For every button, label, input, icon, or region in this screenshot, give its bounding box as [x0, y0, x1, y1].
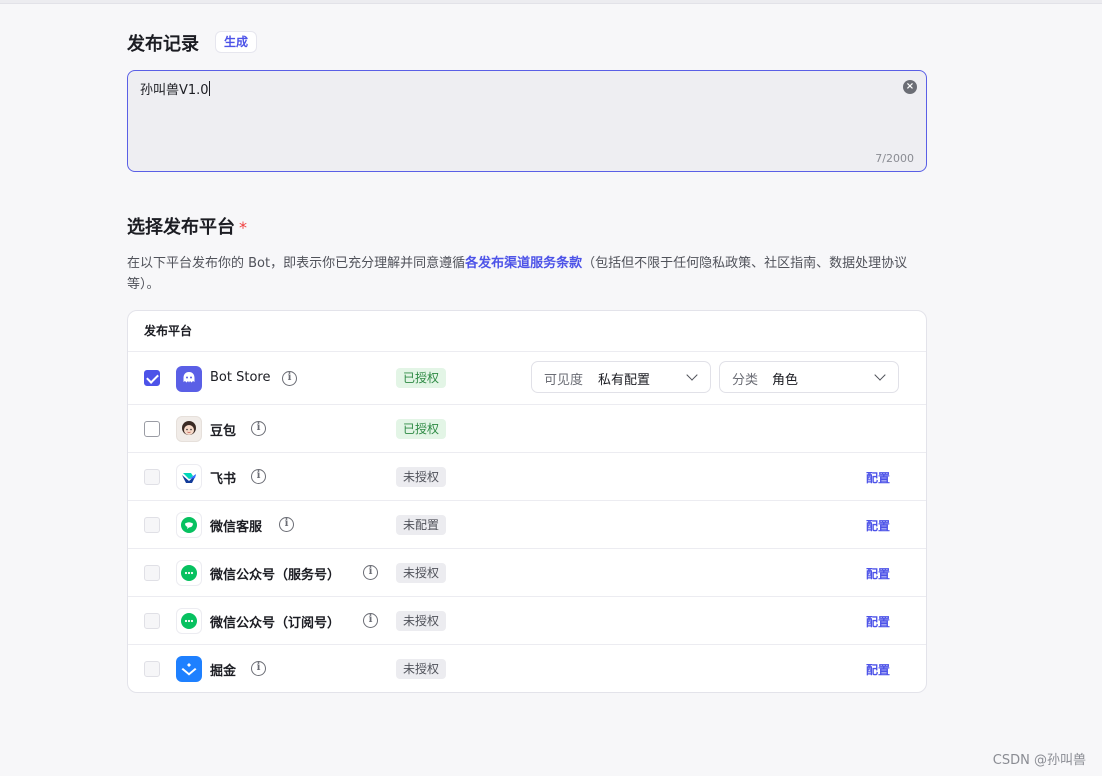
release-title: 发布记录: [127, 34, 199, 55]
required-mark: *: [239, 218, 247, 237]
status-badge: 未授权: [396, 659, 447, 679]
chevron-down-icon: [874, 369, 886, 381]
platform-name: 微信公众号（订阅号）: [210, 616, 341, 631]
doubao-checkbox[interactable]: [144, 421, 160, 437]
platform-table: 发布平台 Bot Store i 已授权 可见度 私有配置 分类 角色 豆包 i…: [127, 310, 927, 693]
wechat-oa-service-checkbox[interactable]: [144, 565, 160, 581]
config-link[interactable]: 配置: [866, 613, 890, 630]
watermark: CSDN @孙叫兽: [992, 753, 1086, 768]
feishu-checkbox[interactable]: [144, 469, 160, 485]
char-count: 7/2000: [875, 152, 914, 165]
platform-name: Bot Store: [210, 370, 271, 385]
status-badge: 未配置: [396, 515, 447, 535]
top-divider: [0, 0, 1102, 4]
platform-row-wechat-service: 微信客服 i 未配置 配置: [128, 501, 926, 549]
terms-link[interactable]: 各发布渠道服务条款: [465, 256, 582, 271]
bot-store-checkbox[interactable]: [144, 370, 160, 386]
platforms-description: 在以下平台发布你的 Bot，即表示你已充分理解并同意遵循各发布渠道服务条款（包括…: [127, 256, 908, 292]
visibility-select[interactable]: 可见度 私有配置: [531, 361, 711, 393]
platform-row-wechat-oa-subscription: 微信公众号（订阅号） i 未授权 配置: [128, 597, 926, 645]
category-select[interactable]: 分类 角色: [719, 361, 899, 393]
table-header: 发布平台: [128, 311, 926, 352]
info-icon[interactable]: i: [363, 613, 378, 628]
wechat-official-account-icon: [176, 608, 202, 634]
feishu-logo-icon: [176, 464, 202, 490]
chevron-down-icon: [686, 369, 698, 381]
info-icon[interactable]: i: [251, 661, 266, 676]
config-link[interactable]: 配置: [866, 565, 890, 582]
info-icon[interactable]: i: [251, 469, 266, 484]
wechat-logo-icon: [176, 512, 202, 538]
platform-name: 微信客服: [210, 520, 263, 535]
wechat-service-checkbox[interactable]: [144, 517, 160, 533]
wechat-oa-subscription-checkbox[interactable]: [144, 613, 160, 629]
config-link[interactable]: 配置: [866, 661, 890, 678]
platform-row-doubao: 豆包 i 已授权: [128, 405, 926, 453]
visibility-label: 可见度: [544, 373, 584, 388]
status-badge: 未授权: [396, 611, 447, 631]
doubao-avatar-icon: [176, 416, 202, 442]
info-icon[interactable]: i: [251, 421, 266, 436]
info-icon[interactable]: i: [282, 371, 297, 386]
status-badge: 已授权: [396, 368, 447, 388]
config-link[interactable]: 配置: [866, 517, 890, 534]
generate-button[interactable]: 生成: [215, 31, 258, 53]
status-badge: 未授权: [396, 563, 447, 583]
platform-name: 豆包: [210, 424, 237, 439]
platforms-title: 选择发布平台 *: [127, 217, 247, 238]
release-notes-textarea[interactable]: 孙叫兽V1.0 × 7/2000: [127, 70, 927, 172]
platform-name: 飞书: [210, 472, 237, 487]
juejin-logo-icon: [176, 656, 202, 682]
wechat-official-account-icon: [176, 560, 202, 586]
config-link[interactable]: 配置: [866, 469, 890, 486]
visibility-value: 私有配置: [598, 373, 651, 388]
category-value: 角色: [772, 373, 799, 388]
bot-store-logo-icon: [176, 366, 202, 392]
category-label: 分类: [732, 373, 759, 388]
status-badge: 未授权: [396, 467, 447, 487]
release-notes-value: 孙叫兽V1.0: [140, 81, 210, 98]
platform-name: 微信公众号（服务号）: [210, 568, 341, 583]
status-badge: 已授权: [396, 419, 447, 439]
platform-row-bot-store: Bot Store i 已授权 可见度 私有配置 分类 角色: [128, 352, 926, 405]
juejin-checkbox[interactable]: [144, 661, 160, 677]
clear-icon[interactable]: ×: [903, 80, 917, 94]
info-icon[interactable]: i: [363, 565, 378, 580]
platform-row-juejin: 掘金 i 未授权 配置: [128, 645, 926, 692]
platform-row-wechat-oa-service: 微信公众号（服务号） i 未授权 配置: [128, 549, 926, 597]
platform-name: 掘金: [210, 664, 237, 679]
platform-row-feishu: 飞书 i 未授权 配置: [128, 453, 926, 501]
info-icon[interactable]: i: [279, 517, 294, 532]
